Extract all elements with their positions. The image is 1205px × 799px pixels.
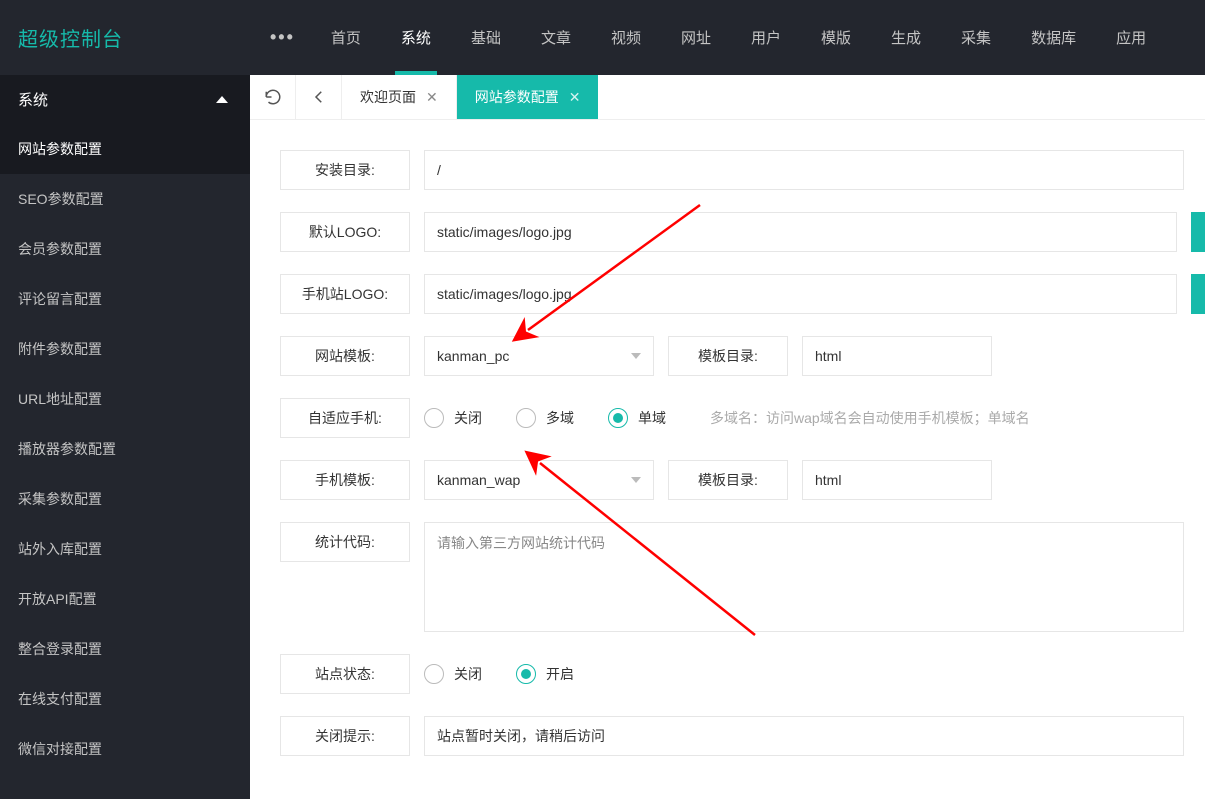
caret-up-icon <box>216 96 228 103</box>
sidebar-item-external[interactable]: 站外入库配置 <box>0 524 250 574</box>
radio-adaptive-multi[interactable]: 多域 <box>516 408 574 428</box>
chevron-left-icon <box>310 88 328 106</box>
label-default-logo: 默认LOGO: <box>280 212 410 252</box>
radio-icon <box>608 408 628 428</box>
input-mobile-template-dir[interactable] <box>802 460 992 500</box>
topnav: 首页 系统 基础 文章 视频 网址 用户 模版 生成 采集 数据库 应用 <box>311 0 1166 75</box>
label-site-status: 站点状态: <box>280 654 410 694</box>
radio-status-off[interactable]: 关闭 <box>424 664 482 684</box>
nav-system[interactable]: 系统 <box>381 0 451 75</box>
tab-welcome[interactable]: 欢迎页面 ✕ <box>342 75 457 119</box>
input-close-tip[interactable] <box>424 716 1184 756</box>
input-install-dir[interactable] <box>424 150 1184 190</box>
radio-status-on[interactable]: 开启 <box>516 664 574 684</box>
sidebar-item-site-params[interactable]: 网站参数配置 <box>0 124 250 174</box>
input-default-logo[interactable] <box>424 212 1177 252</box>
radio-icon <box>516 408 536 428</box>
row-site-status: 站点状态: 关闭 开启 <box>280 654 1205 694</box>
sidebar-item-oauth[interactable]: 整合登录配置 <box>0 624 250 674</box>
caret-down-icon <box>631 353 641 359</box>
nav-app[interactable]: 应用 <box>1096 0 1166 75</box>
nav-template[interactable]: 模版 <box>801 0 871 75</box>
label-template-dir: 模板目录: <box>668 336 788 376</box>
sidebar-item-wechat[interactable]: 微信对接配置 <box>0 724 250 774</box>
refresh-icon <box>264 88 282 106</box>
label-mobile-template-dir: 模板目录: <box>668 460 788 500</box>
row-mobile-template: 手机模板: kanman_wap 模板目录: <box>280 460 1205 500</box>
close-icon[interactable]: ✕ <box>569 89 581 106</box>
radio-label: 多域 <box>546 408 574 428</box>
select-mobile-template[interactable]: kanman_wap <box>424 460 654 500</box>
nav-article[interactable]: 文章 <box>521 0 591 75</box>
radio-group-adaptive: 关闭 多域 单域 <box>424 398 666 438</box>
sidebar-item-player[interactable]: 播放器参数配置 <box>0 424 250 474</box>
select-mobile-template-value: kanman_wap <box>437 472 520 488</box>
tab-label: 欢迎页面 <box>360 87 416 107</box>
sidebar-item-seo[interactable]: SEO参数配置 <box>0 174 250 224</box>
label-site-template: 网站模板: <box>280 336 410 376</box>
sidebar-item-member[interactable]: 会员参数配置 <box>0 224 250 274</box>
sidebar-item-openapi[interactable]: 开放API配置 <box>0 574 250 624</box>
nav-video[interactable]: 视频 <box>591 0 661 75</box>
main-panel: 欢迎页面 ✕ 网站参数配置 ✕ 安装目录: 默认LOGO: 手机站LOGO: <box>250 75 1205 799</box>
sidebar-item-comment[interactable]: 评论留言配置 <box>0 274 250 324</box>
row-default-logo: 默认LOGO: <box>280 212 1205 252</box>
row-stats-code: 统计代码: 请输入第三方网站统计代码 <box>280 522 1205 632</box>
row-site-template: 网站模板: kanman_pc 模板目录: <box>280 336 1205 376</box>
nav-base[interactable]: 基础 <box>451 0 521 75</box>
sidebar-group-label: 系统 <box>18 89 48 110</box>
radio-icon <box>516 664 536 684</box>
nav-generate[interactable]: 生成 <box>871 0 941 75</box>
tab-label: 网站参数配置 <box>475 87 559 107</box>
nav-collect[interactable]: 采集 <box>941 0 1011 75</box>
sidebar-item-url[interactable]: URL地址配置 <box>0 374 250 424</box>
upload-mobile-logo-button[interactable] <box>1191 274 1205 314</box>
input-mobile-logo[interactable] <box>424 274 1177 314</box>
radio-adaptive-single[interactable]: 单域 <box>608 408 666 428</box>
input-template-dir[interactable] <box>802 336 992 376</box>
sidebar-group-system[interactable]: 系统 <box>0 75 250 124</box>
sidebar-item-attachment[interactable]: 附件参数配置 <box>0 324 250 374</box>
nav-url[interactable]: 网址 <box>661 0 731 75</box>
radio-label: 关闭 <box>454 408 482 428</box>
textarea-stats-code[interactable]: 请输入第三方网站统计代码 <box>424 522 1184 632</box>
row-adaptive: 自适应手机: 关闭 多域 单域 多域名：访问wap域名会自动使用手 <box>280 398 1205 438</box>
label-adaptive: 自适应手机: <box>280 398 410 438</box>
row-close-tip: 关闭提示: <box>280 716 1205 756</box>
select-site-template[interactable]: kanman_pc <box>424 336 654 376</box>
label-stats-code: 统计代码: <box>280 522 410 562</box>
radio-icon <box>424 664 444 684</box>
sidebar-item-collect[interactable]: 采集参数配置 <box>0 474 250 524</box>
caret-down-icon <box>631 477 641 483</box>
tabbar: 欢迎页面 ✕ 网站参数配置 ✕ <box>250 75 1205 120</box>
sidebar-item-payment[interactable]: 在线支付配置 <box>0 674 250 724</box>
refresh-button[interactable] <box>250 75 296 119</box>
form-area: 安装目录: 默认LOGO: 手机站LOGO: 网站模板: kanman_pc <box>250 120 1205 799</box>
brand-title[interactable]: 超级控制台 <box>0 23 250 52</box>
radio-label: 单域 <box>638 408 666 428</box>
row-install-dir: 安装目录: <box>280 150 1205 190</box>
upload-default-logo-button[interactable] <box>1191 212 1205 252</box>
nav-user[interactable]: 用户 <box>731 0 801 75</box>
radio-icon <box>424 408 444 428</box>
radio-group-site-status: 关闭 开启 <box>424 654 574 694</box>
radio-label: 关闭 <box>454 664 482 684</box>
tab-site-params[interactable]: 网站参数配置 ✕ <box>457 75 599 119</box>
more-icon[interactable]: ••• <box>262 27 303 48</box>
label-mobile-template: 手机模板: <box>280 460 410 500</box>
label-mobile-logo: 手机站LOGO: <box>280 274 410 314</box>
nav-database[interactable]: 数据库 <box>1011 0 1096 75</box>
nav-home[interactable]: 首页 <box>311 0 381 75</box>
topbar: 超级控制台 ••• 首页 系统 基础 文章 视频 网址 用户 模版 生成 采集 … <box>0 0 1205 75</box>
close-icon[interactable]: ✕ <box>426 89 438 106</box>
back-button[interactable] <box>296 75 342 119</box>
row-mobile-logo: 手机站LOGO: <box>280 274 1205 314</box>
adaptive-hint: 多域名：访问wap域名会自动使用手机模板；单域名 <box>710 398 1030 438</box>
label-close-tip: 关闭提示: <box>280 716 410 756</box>
radio-adaptive-off[interactable]: 关闭 <box>424 408 482 428</box>
radio-label: 开启 <box>546 664 574 684</box>
sidebar: 系统 网站参数配置 SEO参数配置 会员参数配置 评论留言配置 附件参数配置 U… <box>0 75 250 799</box>
select-site-template-value: kanman_pc <box>437 348 509 364</box>
label-install-dir: 安装目录: <box>280 150 410 190</box>
